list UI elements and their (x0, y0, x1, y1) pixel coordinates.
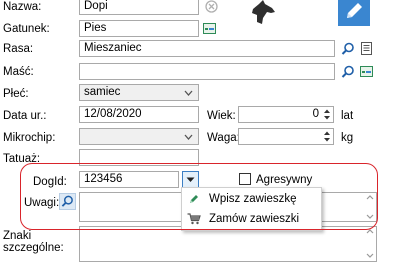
dog-silhouette-icon (250, 0, 276, 24)
gatunek-label: Gatunek: (3, 23, 50, 35)
scroll-arrows-icon (366, 229, 374, 258)
wiek-label: Wiek: (207, 110, 236, 122)
spin-arrows-icon[interactable] (323, 130, 331, 143)
gatunek-input[interactable]: Pies (79, 20, 199, 37)
rasa-search-icon[interactable] (339, 40, 356, 57)
wiek-value: 0 (312, 108, 319, 120)
mikrochip-label: Mikrochip: (3, 132, 56, 144)
chevron-down-icon (184, 90, 193, 96)
pencil-icon (347, 3, 362, 18)
rasa-list-icon[interactable] (358, 40, 375, 57)
chevron-down-icon (184, 134, 193, 140)
masc-label: Maść: (3, 66, 34, 78)
znaki-label-line2: szczególne: (3, 242, 64, 254)
clear-icon[interactable] (205, 0, 218, 13)
znaki-textarea[interactable] (79, 226, 377, 262)
masc-picker-icon[interactable] (358, 63, 375, 80)
spin-arrows-icon[interactable] (323, 108, 331, 121)
plec-select[interactable]: samiec (79, 84, 199, 101)
gatunek-picker-icon[interactable] (201, 20, 218, 37)
waga-label: Waga: (207, 132, 240, 144)
edit-button[interactable] (338, 0, 370, 26)
mikrochip-select[interactable] (79, 128, 199, 145)
masc-search-icon[interactable] (339, 63, 356, 80)
rasa-input[interactable]: Mieszaniec (79, 40, 335, 57)
nazwa-input[interactable]: Dopi (79, 0, 199, 15)
data-ur-label: Data ur.: (3, 110, 47, 122)
waga-stepper[interactable] (238, 128, 334, 145)
plec-value: samiec (84, 86, 121, 98)
nazwa-label: Nazwa: (3, 1, 42, 13)
znaki-scrollbar[interactable] (364, 227, 376, 261)
data-ur-input[interactable]: 12/08/2020 (79, 106, 199, 123)
wiek-stepper[interactable]: 0 (238, 106, 334, 123)
highlight-outline (20, 163, 378, 230)
wiek-unit: lat (341, 110, 354, 122)
masc-input[interactable] (79, 63, 335, 80)
waga-unit: kg (341, 132, 354, 144)
rasa-label: Rasa: (3, 43, 34, 55)
plec-label: Płeć: (3, 88, 29, 100)
